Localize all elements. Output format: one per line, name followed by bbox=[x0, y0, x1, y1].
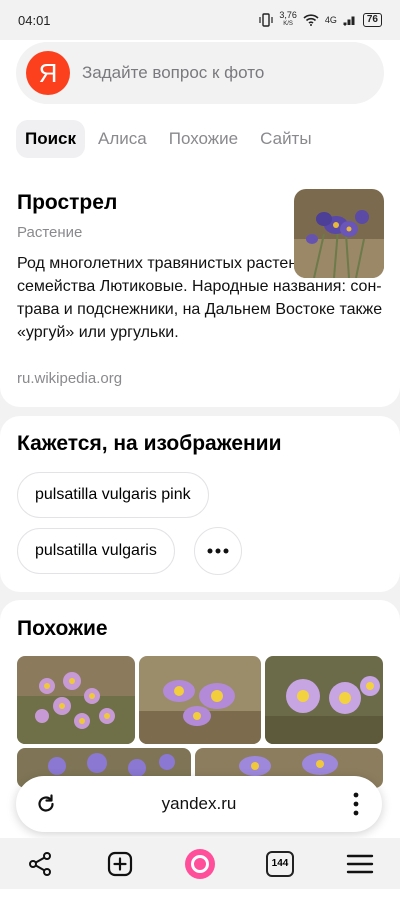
share-icon bbox=[29, 851, 51, 876]
similar-title: Похожие bbox=[17, 617, 108, 640]
tabs-button[interactable]: 144 bbox=[258, 842, 302, 886]
more-dots-icon[interactable] bbox=[194, 527, 242, 575]
more-vertical-icon[interactable] bbox=[352, 790, 360, 818]
similar-image[interactable] bbox=[17, 656, 135, 744]
battery-icon: 76 bbox=[362, 13, 382, 27]
network-type: 4G bbox=[324, 15, 337, 25]
status-bar: 04:01 3,76 K/S 4G 76 bbox=[0, 0, 400, 40]
menu-button[interactable] bbox=[338, 842, 382, 886]
wifi-icon bbox=[303, 14, 319, 26]
search-tabs: Поиск Алиса Похожие Сайты bbox=[16, 120, 321, 158]
chip-pulsatilla-vulgaris[interactable]: pulsatilla vulgaris bbox=[17, 528, 175, 574]
entity-title[interactable]: Прострел bbox=[17, 191, 117, 215]
status-icons: 3,76 K/S 4G 76 bbox=[259, 11, 382, 29]
search-placeholder[interactable]: Задайте вопрос к фото bbox=[82, 63, 264, 83]
search-bar[interactable]: Я Задайте вопрос к фото bbox=[16, 42, 384, 104]
yandex-logo-icon[interactable]: Я bbox=[26, 51, 70, 95]
signal-icon bbox=[343, 16, 355, 26]
new-tab-button[interactable] bbox=[98, 842, 142, 886]
chip-pulsatilla-vulgaris-pink[interactable]: pulsatilla vulgaris pink bbox=[17, 472, 209, 518]
similar-image[interactable] bbox=[265, 656, 383, 744]
vibrate-icon bbox=[259, 13, 273, 27]
hamburger-menu-icon bbox=[346, 854, 374, 873]
status-time: 04:01 bbox=[18, 12, 51, 28]
tab-sites[interactable]: Сайты bbox=[251, 120, 320, 158]
detected-title: Кажется, на изображении bbox=[17, 432, 282, 455]
address-bar[interactable]: yandex.ru bbox=[16, 776, 382, 832]
alice-button[interactable] bbox=[178, 842, 222, 886]
tab-search[interactable]: Поиск bbox=[16, 120, 86, 158]
plus-square-icon bbox=[107, 851, 133, 876]
share-button[interactable] bbox=[18, 842, 62, 886]
tab-similar[interactable]: Похожие bbox=[160, 120, 247, 158]
similar-image[interactable] bbox=[139, 656, 261, 744]
net-speed: 3,76 K/S bbox=[279, 10, 297, 28]
entity-subtitle: Растение bbox=[17, 224, 83, 241]
bottom-navigation: 144 bbox=[0, 838, 400, 889]
reload-icon[interactable] bbox=[34, 792, 58, 816]
alice-icon bbox=[185, 848, 215, 879]
address-url[interactable]: yandex.ru bbox=[162, 794, 237, 814]
tab-alice[interactable]: Алиса bbox=[89, 120, 156, 158]
tabs-count-icon: 144 bbox=[266, 850, 294, 877]
entity-source-link[interactable]: ru.wikipedia.org bbox=[17, 370, 122, 387]
entity-thumbnail[interactable] bbox=[294, 189, 384, 278]
